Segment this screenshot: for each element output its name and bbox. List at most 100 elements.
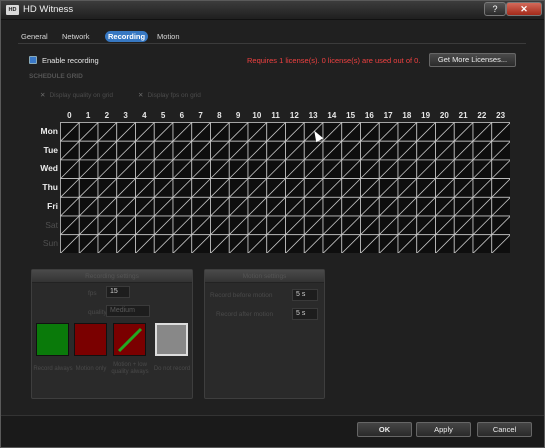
hour-label[interactable]: 20 [435, 111, 453, 120]
schedule-cell[interactable] [360, 140, 380, 161]
schedule-cell[interactable] [378, 234, 399, 253]
schedule-cell[interactable] [135, 196, 155, 217]
hour-label[interactable]: 2 [98, 111, 116, 120]
schedule-cell[interactable] [97, 178, 118, 198]
schedule-cell[interactable] [172, 140, 193, 161]
hour-label[interactable]: 22 [473, 111, 491, 120]
hour-label[interactable]: 11 [267, 111, 285, 120]
schedule-cell[interactable] [266, 122, 286, 142]
schedule-cell[interactable] [416, 178, 436, 198]
schedule-cell[interactable] [341, 196, 361, 217]
schedule-cell[interactable] [472, 234, 493, 253]
record-always-swatch[interactable] [36, 323, 69, 356]
hour-label[interactable]: 13 [304, 111, 322, 120]
schedule-cell[interactable] [453, 178, 474, 198]
schedule-cell[interactable] [285, 178, 305, 198]
tab-general[interactable]: General [18, 31, 51, 42]
cancel-button[interactable]: Cancel [477, 422, 532, 437]
schedule-cell[interactable] [172, 178, 193, 198]
schedule-cell[interactable] [210, 159, 230, 180]
schedule-cell[interactable] [378, 122, 399, 142]
hour-label[interactable]: 10 [248, 111, 266, 120]
schedule-cell[interactable] [116, 159, 136, 180]
schedule-grid[interactable] [60, 122, 510, 253]
schedule-cell[interactable] [153, 196, 174, 217]
schedule-cell[interactable] [285, 122, 305, 142]
motion-low-quality-swatch[interactable] [113, 323, 146, 356]
schedule-cell[interactable] [491, 178, 510, 198]
schedule-cell[interactable] [435, 196, 455, 217]
schedule-cell[interactable] [78, 196, 99, 217]
hour-label[interactable]: 18 [398, 111, 416, 120]
schedule-cell[interactable] [397, 122, 418, 142]
schedule-cell[interactable] [303, 159, 324, 180]
hour-label[interactable]: 12 [285, 111, 303, 120]
schedule-cell[interactable] [416, 196, 436, 217]
schedule-cell[interactable] [228, 122, 249, 142]
schedule-cell[interactable] [453, 159, 474, 180]
tab-recording[interactable]: Recording [105, 31, 149, 42]
schedule-cell[interactable] [228, 215, 249, 236]
enable-recording-checkbox[interactable] [29, 56, 37, 64]
schedule-cell[interactable] [397, 178, 418, 198]
schedule-cell[interactable] [97, 122, 118, 142]
schedule-cell[interactable] [435, 178, 455, 198]
apply-button[interactable]: Apply [416, 422, 471, 437]
schedule-cell[interactable] [153, 215, 174, 236]
schedule-cell[interactable] [453, 196, 474, 217]
schedule-cell[interactable] [247, 196, 268, 217]
schedule-cell[interactable] [491, 196, 510, 217]
day-label[interactable]: Mon [36, 126, 58, 136]
schedule-cell[interactable] [303, 178, 324, 198]
schedule-cell[interactable] [378, 215, 399, 236]
ok-button[interactable]: OK [357, 422, 412, 437]
quality-select[interactable]: Medium [106, 305, 150, 317]
hour-label[interactable]: 23 [492, 111, 510, 120]
schedule-cell[interactable] [247, 234, 268, 253]
get-more-licenses-button[interactable]: Get More Licenses... [429, 53, 516, 67]
schedule-cell[interactable] [491, 215, 510, 236]
schedule-cell[interactable] [491, 122, 510, 142]
schedule-cell[interactable] [153, 140, 174, 161]
schedule-cell[interactable] [97, 159, 118, 180]
schedule-cell[interactable] [135, 140, 155, 161]
schedule-cell[interactable] [416, 215, 436, 236]
schedule-cell[interactable] [303, 215, 324, 236]
hour-label[interactable]: 3 [117, 111, 135, 120]
schedule-cell[interactable] [472, 140, 493, 161]
hour-label[interactable]: 7 [192, 111, 210, 120]
record-before-spinbox[interactable]: 5 s [292, 289, 318, 301]
schedule-cell[interactable] [135, 178, 155, 198]
schedule-cell[interactable] [341, 215, 361, 236]
schedule-cell[interactable] [116, 140, 136, 161]
schedule-cell[interactable] [472, 196, 493, 217]
schedule-cell[interactable] [153, 122, 174, 142]
schedule-cell[interactable] [153, 234, 174, 253]
schedule-cell[interactable] [60, 215, 80, 236]
hour-label[interactable]: 14 [323, 111, 341, 120]
schedule-cell[interactable] [266, 140, 286, 161]
schedule-cell[interactable] [397, 140, 418, 161]
do-not-record-swatch[interactable] [155, 323, 188, 356]
schedule-cell[interactable] [78, 140, 99, 161]
schedule-cell[interactable] [397, 234, 418, 253]
schedule-cell[interactable] [135, 234, 155, 253]
schedule-cell[interactable] [97, 140, 118, 161]
schedule-cell[interactable] [78, 178, 99, 198]
schedule-cell[interactable] [416, 234, 436, 253]
schedule-cell[interactable] [172, 215, 193, 236]
schedule-cell[interactable] [266, 178, 286, 198]
schedule-cell[interactable] [360, 159, 380, 180]
schedule-cell[interactable] [247, 159, 268, 180]
schedule-cell[interactable] [97, 196, 118, 217]
schedule-cell[interactable] [228, 178, 249, 198]
schedule-cell[interactable] [266, 234, 286, 253]
schedule-cell[interactable] [191, 159, 211, 180]
schedule-cell[interactable] [60, 178, 80, 198]
schedule-cell[interactable] [435, 159, 455, 180]
schedule-cell[interactable] [78, 122, 99, 142]
schedule-cell[interactable] [266, 196, 286, 217]
tab-motion[interactable]: Motion [154, 31, 183, 42]
schedule-cell[interactable] [303, 234, 324, 253]
schedule-cell[interactable] [360, 122, 380, 142]
